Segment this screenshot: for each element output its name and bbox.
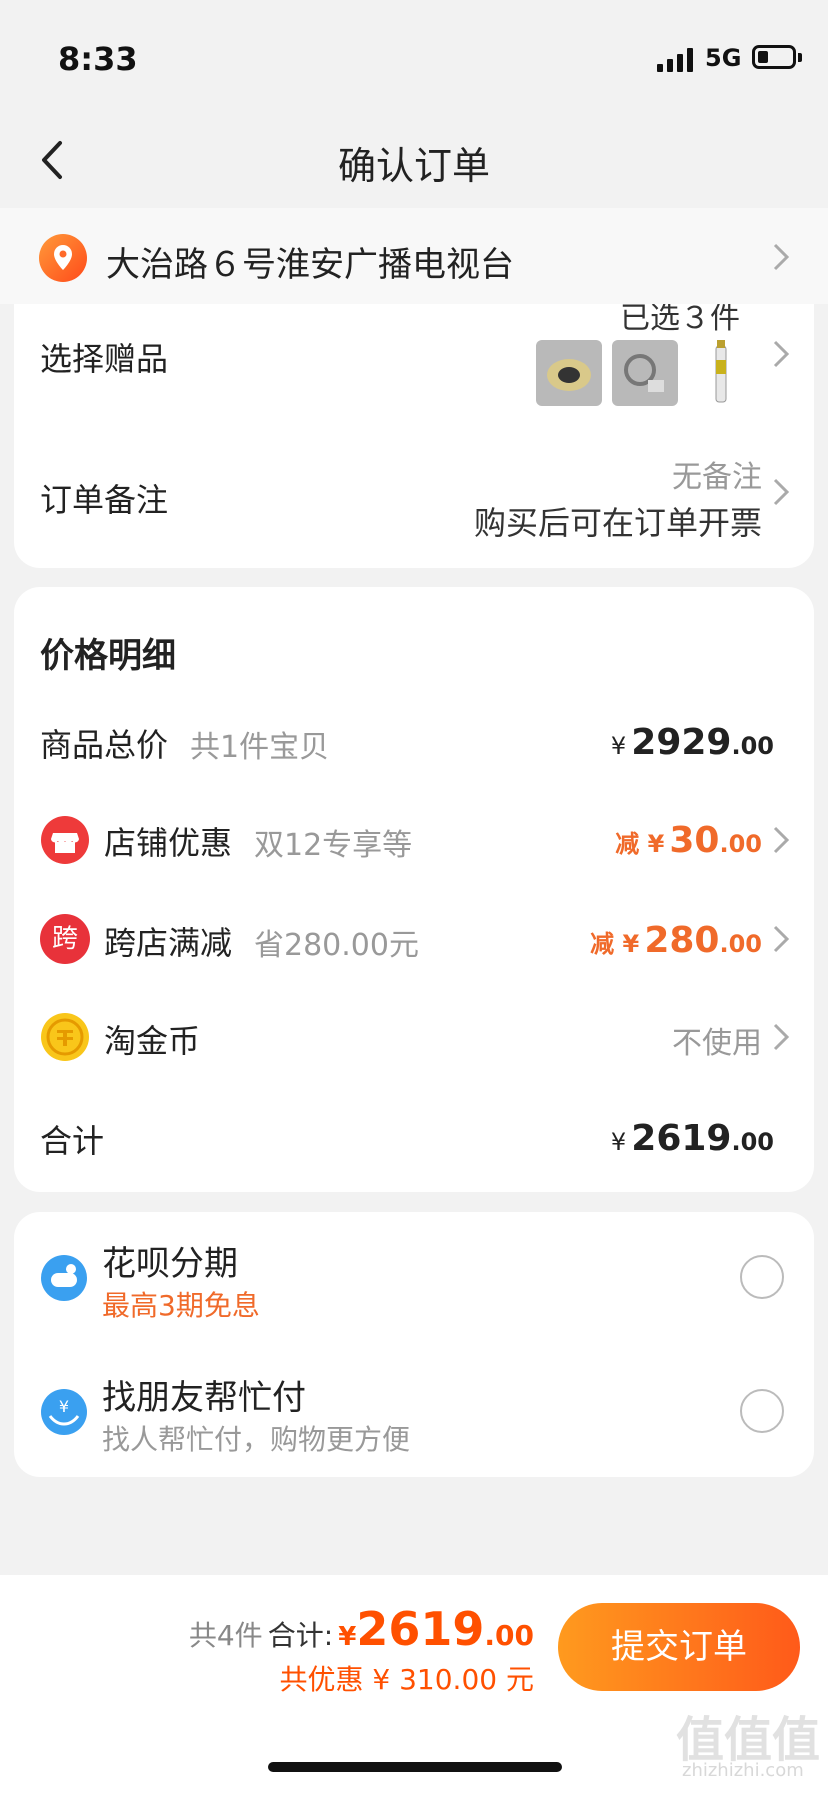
- chevron-right-icon: [773, 340, 790, 368]
- goods-total-label: 商品总价: [40, 726, 169, 764]
- cross-shop-label: 跨店满减: [104, 924, 233, 962]
- home-indicator: [268, 1762, 562, 1772]
- friend-pay-radio[interactable]: [740, 1389, 784, 1433]
- gift-thumb-3: [688, 340, 754, 406]
- total-price: ¥ 2619.00: [611, 1118, 774, 1159]
- cross-shop-sub: 省280.00元: [254, 928, 419, 963]
- huabei-sub: 最高3期免息: [102, 1289, 260, 1322]
- gold-coin-chevron[interactable]: [770, 1020, 792, 1058]
- shop-discount-sub: 双12专享等: [254, 828, 413, 863]
- battery-tip: [798, 53, 802, 62]
- back-icon: [42, 141, 62, 179]
- item-count: 共4件: [188, 1619, 263, 1652]
- shop-discount-int: 30: [669, 820, 720, 861]
- cross-shop-chevron[interactable]: [770, 922, 792, 960]
- goods-total-int: 2929: [631, 722, 732, 763]
- shop-discount-label: 店铺优惠: [104, 824, 233, 862]
- back-button[interactable]: [30, 135, 80, 185]
- total-yen: ¥: [610, 1128, 627, 1156]
- invoice-note: 购买后可在订单开票: [473, 504, 762, 542]
- chevron-right-icon: [773, 826, 790, 854]
- chevron-right-icon: [773, 1023, 790, 1051]
- svg-text:¥: ¥: [59, 1397, 69, 1416]
- shop-discount-prefix: 减 ¥: [615, 830, 665, 858]
- gold-coin-label: 淘金币: [104, 1022, 201, 1060]
- shop-discount-chevron[interactable]: [770, 823, 792, 861]
- friend-pay-sub: 找人帮忙付，购物更方便: [102, 1423, 411, 1456]
- huabei-title: 花呗分期: [102, 1244, 238, 1284]
- address-chevron[interactable]: [770, 240, 792, 278]
- checkout-int: 2619: [356, 1602, 485, 1656]
- cross-shop-int: 280: [644, 920, 720, 961]
- status-time: 8:33: [58, 40, 138, 78]
- gift-label: 选择赠品: [40, 340, 169, 378]
- gift-thumb-1: [536, 340, 602, 406]
- coin-icon: [40, 1012, 90, 1062]
- gift-thumb-2: [612, 340, 678, 406]
- chevron-right-icon: [773, 925, 790, 953]
- checkout-dec: .00: [484, 1619, 534, 1652]
- watermark-url: zhizhizhi.com: [682, 1760, 804, 1781]
- address-text: 大治路６号淮安广播电视台: [106, 245, 514, 285]
- goods-total-sub: 共1件宝贝: [190, 730, 330, 765]
- huabei-icon: [40, 1254, 88, 1302]
- gift-chevron[interactable]: [770, 337, 792, 375]
- friend-pay-icon: ¥: [40, 1388, 88, 1436]
- cross-shop-price[interactable]: 减 ¥ 280.00: [590, 920, 762, 961]
- remark-value[interactable]: 无备注: [672, 452, 762, 496]
- goods-total-dec: .00: [731, 732, 774, 760]
- cross-shop-dec: .00: [719, 930, 762, 958]
- checkout-saved: 共优惠 ¥ 310.00 元: [279, 1663, 535, 1696]
- cross-shop-icon: 跨: [40, 914, 90, 964]
- location-pin-icon: [38, 233, 88, 283]
- remark-label: 订单备注: [40, 481, 169, 519]
- checkout-summary: 共4件 合计: ¥2619.00: [189, 1602, 534, 1656]
- signal-icon: [657, 48, 695, 72]
- chevron-right-icon: [773, 243, 790, 271]
- shop-discount-dec: .00: [719, 830, 762, 858]
- cross-shop-prefix: 减 ¥: [590, 930, 640, 958]
- shop-discount-price[interactable]: 减 ¥ 30.00: [615, 820, 762, 861]
- submit-order-button[interactable]: 提交订单: [558, 1603, 800, 1691]
- network-label: 5G: [705, 44, 742, 72]
- price-detail-title: 价格明细: [40, 636, 176, 676]
- total-dec: .00: [731, 1128, 774, 1156]
- gold-coin-value[interactable]: 不使用: [672, 1018, 762, 1062]
- goods-total-price: ¥ 2929.00: [611, 722, 774, 763]
- total-label: 合计: [40, 1122, 105, 1160]
- page-title: 确认订单: [337, 144, 490, 188]
- goods-total-yen: ¥: [610, 732, 627, 760]
- price-detail-card: [14, 587, 814, 1192]
- huabei-radio[interactable]: [740, 1255, 784, 1299]
- checkout-yen: ¥: [338, 1622, 357, 1652]
- friend-pay-title: 找朋友帮忙付: [102, 1378, 306, 1418]
- shop-icon: [40, 815, 90, 865]
- checkout-total-label: 合计:: [267, 1619, 334, 1652]
- chevron-right-icon: [773, 478, 790, 506]
- remark-chevron[interactable]: [770, 475, 792, 513]
- battery-icon: [752, 45, 796, 69]
- total-int: 2619: [631, 1118, 732, 1159]
